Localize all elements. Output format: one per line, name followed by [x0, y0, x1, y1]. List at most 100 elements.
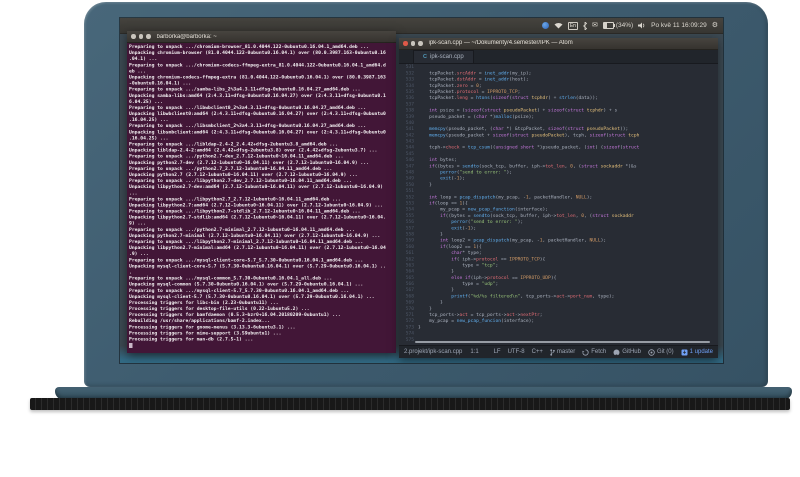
bluetooth-icon[interactable] — [583, 21, 587, 30]
status-updates[interactable]: 1 update — [681, 349, 713, 356]
status-fetch[interactable]: Fetch — [582, 348, 606, 356]
atom-window: ipk-scan.cpp — ~/Dokumenty/4.semester/IP… — [399, 38, 718, 358]
code-text: exit(-1); — [440, 175, 466, 182]
code-line: 568 printf("%d/%s filtered\n", tcp_ports… — [399, 293, 718, 299]
line-number: 533 — [405, 76, 414, 82]
terminal-line: Unpacking mysql-common (5.7.30-0ubuntu0.… — [129, 281, 364, 288]
code-text: if(loop == 1){ — [429, 200, 468, 206]
code-text: exit(-1); — [451, 225, 477, 231]
volume-icon[interactable] — [638, 22, 646, 29]
code-text: printf("%d/%s filtered\n", tcp_ports->ac… — [451, 293, 615, 299]
terminal-body[interactable]: Preparing to unpack .../chromium-browser… — [127, 43, 396, 355]
code-line: 569 } — [399, 300, 718, 306]
laptop-lid: En ✉ (34%) Po kvě 11 16:09:29 ⚙ barborka… — [84, 2, 768, 387]
battery-indicator[interactable]: (34%) — [602, 22, 633, 29]
line-number: 572 — [405, 318, 414, 324]
terminal-line: Unpacking libsmbclient:amd64 (2:4.3.11+d… — [129, 129, 386, 135]
atom-maximize-icon[interactable] — [418, 41, 423, 46]
terminal-line: Unpacking mysql-client-core-5.7 (5.7.30-… — [129, 263, 386, 269]
status-git-changes[interactable]: Git (0) — [648, 348, 674, 356]
editor-horizontal-scrollbar[interactable] — [415, 341, 710, 344]
code-line: 562 if( iph->protocol == IPPROTO_TCP){ — [399, 256, 718, 262]
atom-window-title: ipk-scan.cpp — ~/Dokumenty/4.semester/IP… — [428, 40, 573, 47]
code-line: 549 exit(-1); — [399, 176, 718, 182]
code-text: int bytes; — [429, 157, 457, 163]
status-grammar[interactable]: C++ — [532, 349, 543, 355]
terminal-titlebar[interactable]: barborka@barborka: ~ — [127, 31, 396, 43]
code-text: if((bytes = sendto(sock_tcp, buffer, iph… — [440, 212, 634, 219]
code-line: 543 — [399, 138, 718, 144]
status-encoding[interactable]: UTF-8 — [508, 349, 525, 355]
code-lines: 530 tcpPacket.urg_ptr = 0;531 532 tcpPac… — [399, 64, 718, 343]
line-number: 558 — [405, 231, 414, 237]
line-number: 534 — [405, 82, 414, 89]
panel-clock[interactable]: Po kvě 11 16:09:29 — [651, 22, 707, 29]
line-number: 560 — [405, 243, 414, 250]
status-file-path[interactable]: 2.projekt/ipk-scan.cpp — [404, 349, 462, 355]
code-line: 547 if((bytes = sendto(sock_tcp, buffer,… — [399, 163, 718, 169]
code-line: 551 — [399, 188, 718, 194]
code-text: memcpy(pseudo_packet, (char *) &tcpPacke… — [429, 126, 629, 132]
atom-titlebar[interactable]: ipk-scan.cpp — ~/Dokumenty/4.semester/IP… — [399, 38, 718, 50]
status-github[interactable]: GitHub — [613, 349, 641, 356]
code-line: 544 tcph->check = tcp_csum((unsigned sho… — [399, 145, 718, 151]
code-text: } — [418, 268, 454, 275]
code-text: type = "udp"; — [418, 280, 499, 287]
wifi-icon[interactable] — [554, 22, 563, 29]
session-gear-icon[interactable]: ⚙ — [712, 22, 718, 30]
code-line: 559 int loop2 = pcap_dispatch(my_pcap, -… — [399, 238, 718, 244]
code-text: } — [418, 324, 421, 330]
line-number: 554 — [405, 206, 414, 213]
tab-ipk-scan-cpp[interactable]: C ipk-scan.cpp — [413, 49, 474, 63]
status-git-branch[interactable]: master — [550, 348, 575, 356]
battery-icon — [602, 22, 616, 29]
line-number: 540 — [405, 119, 414, 126]
line-number: 535 — [405, 88, 414, 95]
code-text: } — [418, 287, 454, 293]
cpp-file-icon: C — [423, 53, 427, 60]
atom-close-icon[interactable] — [403, 41, 408, 46]
status-line-ending[interactable]: LF — [494, 349, 501, 355]
git-icon — [648, 348, 655, 356]
code-line: 545 — [399, 151, 718, 157]
code-text: } — [418, 181, 432, 188]
code-line: 541 memcpy(pseudo_packet, (char *) &tcpP… — [399, 126, 718, 132]
terminal-close-icon[interactable] — [131, 34, 136, 39]
line-number: 557 — [405, 225, 414, 231]
line-number: 543 — [405, 138, 414, 144]
atom-minimize-icon[interactable] — [410, 41, 415, 46]
code-line: 565 else if(iph->protocol == IPPROTO_UDP… — [399, 275, 718, 281]
line-number: 567 — [405, 287, 414, 293]
code-line: 540 — [399, 120, 718, 126]
terminal-maximize-icon[interactable] — [146, 34, 151, 39]
code-line: 561 char* type; — [399, 250, 718, 256]
code-text: } — [418, 305, 432, 312]
code-line: 550 } — [399, 182, 718, 188]
terminal-window: barborka@barborka: ~ Preparing to unpack… — [127, 31, 396, 353]
code-line: 570 } — [399, 306, 718, 312]
code-text: tcpPacket.dstAddr = inet_addr(host); — [418, 76, 529, 82]
mail-icon[interactable]: ✉ — [592, 22, 598, 30]
code-line: 535 tcpPacket.protocol = IPPROTO_TCP; — [399, 89, 718, 95]
code-line: 537 — [399, 101, 718, 107]
status-cursor-position[interactable]: 1:1 — [470, 349, 478, 355]
code-line: 534 tcpPacket.zero = 0; — [399, 83, 718, 89]
line-number: 538 — [405, 107, 414, 113]
code-line: 554 my_pcap = new_pcap_function(interfac… — [399, 207, 718, 213]
line-number: 545 — [405, 150, 414, 157]
code-editor[interactable]: 530 tcpPacket.urg_ptr = 0;531 532 tcpPac… — [399, 63, 718, 346]
code-line: 564 } — [399, 269, 718, 275]
line-number: 568 — [405, 293, 414, 299]
line-number: 559 — [405, 237, 414, 244]
terminal-minimize-icon[interactable] — [138, 34, 143, 39]
terminal-line: Unpacking samba-libs:amd64 (2:4.3.11+dfs… — [129, 92, 386, 99]
keyboard-layout-indicator[interactable]: En — [567, 21, 578, 30]
terminal-line: Unpacking libpython2.7-stdlib:amd64 (2.7… — [129, 214, 386, 221]
screen-desktop: En ✉ (34%) Po kvě 11 16:09:29 ⚙ barborka… — [119, 17, 724, 364]
code-text: tcp_ports->act = tcp_ports->act->nextPtr… — [418, 311, 543, 318]
app-indicator-icon[interactable] — [541, 22, 549, 29]
code-line: 567 } — [399, 287, 718, 293]
code-line: 552 int loop = pcap_dispatch(my_pcap, -1… — [399, 194, 718, 200]
